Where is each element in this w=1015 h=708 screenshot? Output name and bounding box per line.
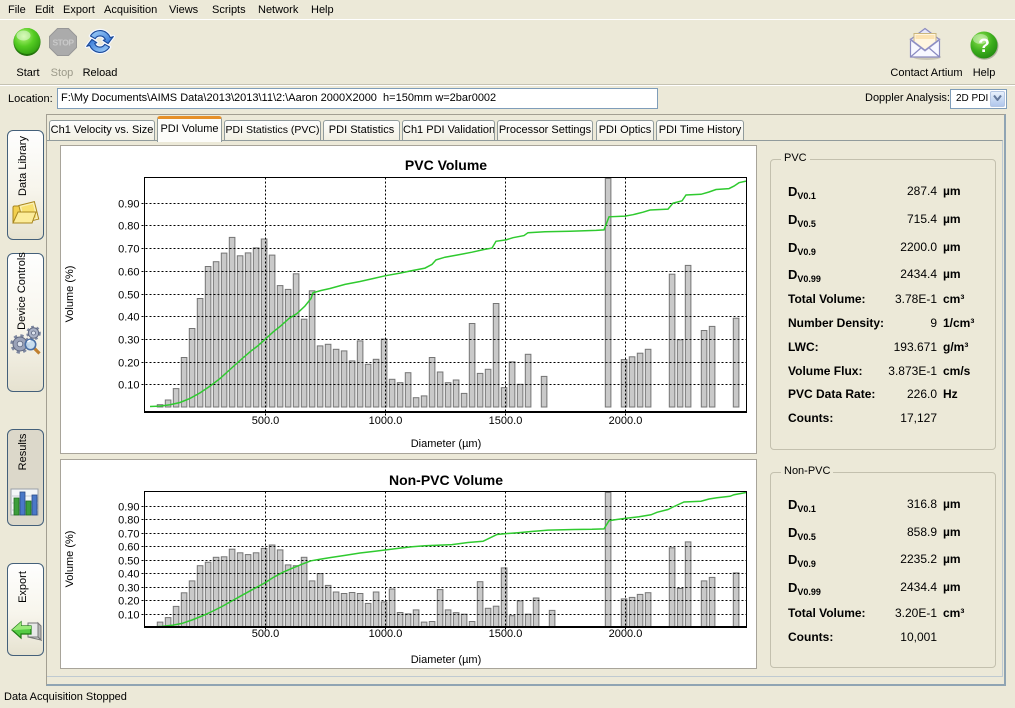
svg-text:Diameter (µm): Diameter (µm) [411, 654, 482, 666]
svg-text:STOP: STOP [53, 38, 75, 48]
svg-text:Volume (%): Volume (%) [64, 531, 76, 588]
svg-text:0.40: 0.40 [118, 569, 139, 581]
svg-text:0.80: 0.80 [118, 221, 139, 233]
svg-text:0.50: 0.50 [118, 556, 139, 568]
svg-text:0.70: 0.70 [118, 244, 139, 256]
svg-text:1500.0: 1500.0 [489, 628, 523, 640]
svg-text:0.10: 0.10 [118, 610, 139, 622]
svg-text:1000.0: 1000.0 [369, 415, 403, 427]
svg-text:0.60: 0.60 [118, 542, 139, 554]
svg-text:0.50: 0.50 [118, 290, 139, 302]
svg-text:2000.0: 2000.0 [609, 628, 643, 640]
svg-text:2000.0: 2000.0 [609, 415, 643, 427]
svg-text:PVC Volume: PVC Volume [405, 157, 487, 173]
svg-text:0.90: 0.90 [118, 199, 139, 211]
svg-text:Volume (%): Volume (%) [64, 266, 76, 323]
svg-text:0.30: 0.30 [118, 583, 139, 595]
svg-text:1000.0: 1000.0 [369, 628, 403, 640]
svg-text:Diameter (µm): Diameter (µm) [411, 438, 482, 450]
svg-text:0.60: 0.60 [118, 267, 139, 279]
svg-text:0.20: 0.20 [118, 358, 139, 370]
svg-text:0.10: 0.10 [118, 380, 139, 392]
svg-text:?: ? [978, 36, 990, 57]
svg-text:0.20: 0.20 [118, 596, 139, 608]
svg-text:0.70: 0.70 [118, 529, 139, 541]
svg-text:0.40: 0.40 [118, 312, 139, 324]
svg-text:500.0: 500.0 [252, 415, 280, 427]
svg-text:0.30: 0.30 [118, 335, 139, 347]
svg-text:0.90: 0.90 [118, 502, 139, 514]
svg-text:0.80: 0.80 [118, 515, 139, 527]
svg-text:1500.0: 1500.0 [489, 415, 523, 427]
svg-text:Non-PVC Volume: Non-PVC Volume [389, 472, 503, 488]
svg-text:500.0: 500.0 [252, 628, 280, 640]
